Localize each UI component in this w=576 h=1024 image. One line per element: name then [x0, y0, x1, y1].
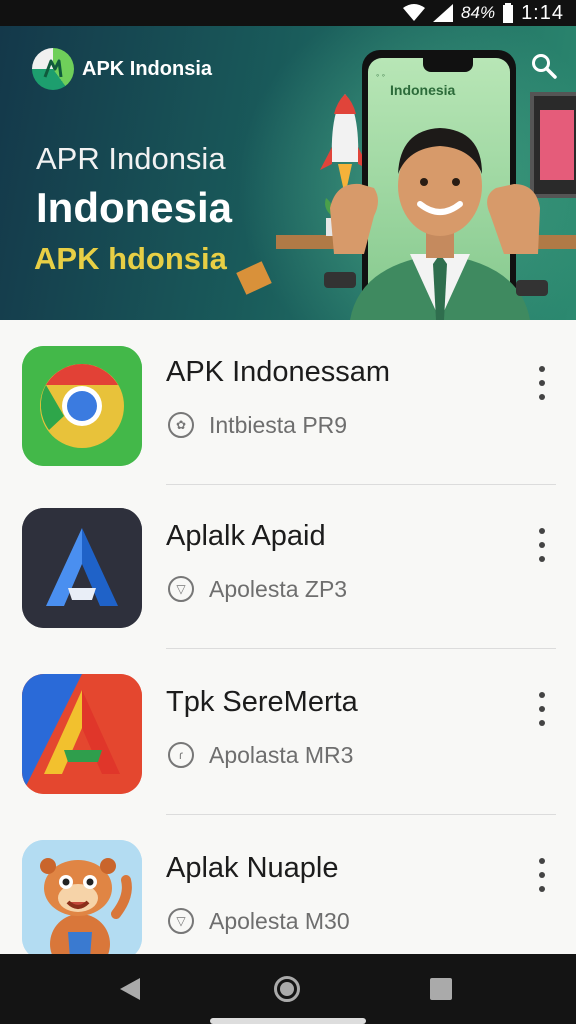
badge-icon: ▽ [168, 576, 194, 602]
banner-headline-1: APR Indonsia [36, 141, 226, 176]
status-bar: 84% 1:14 [0, 0, 576, 26]
chrome-icon[interactable] [22, 346, 142, 466]
app-logo[interactable]: APK Indonsia [32, 48, 212, 90]
badge-icon: ɾ [168, 742, 194, 768]
list-item[interactable]: Aplak Nuaple ▽ Apolesta M30 [0, 818, 576, 954]
clock: 1:14 [521, 1, 564, 24]
apk-logo-icon [32, 48, 74, 90]
app-subtitle: Apolesta M30 [209, 908, 350, 934]
divider [166, 814, 556, 815]
app-title[interactable]: APK Indonessam [166, 356, 390, 389]
banner-headline-2: Indonesia [36, 184, 233, 231]
app-list: APK Indonessam ✿ Intbiesta PR9 Aplalk Ap… [0, 320, 576, 954]
banner-headline-3: APK hdonsia [34, 241, 227, 276]
battery-percentage: 84% [461, 3, 496, 22]
divider [166, 648, 556, 649]
app-subtitle: Apolasta MR3 [209, 742, 354, 768]
list-item[interactable]: APK Indonessam ✿ Intbiesta PR9 [0, 320, 576, 486]
more-options-icon[interactable] [530, 858, 554, 892]
phone-status-text: ◦ ◦ [376, 70, 385, 80]
battery-icon [503, 3, 514, 23]
gesture-handle[interactable] [210, 1018, 366, 1024]
home-icon[interactable] [274, 976, 300, 1002]
badge-icon: ▽ [168, 908, 194, 934]
more-options-icon[interactable] [530, 692, 554, 726]
person-illustration [324, 128, 548, 320]
back-icon[interactable] [118, 976, 142, 1002]
recents-icon[interactable] [430, 978, 452, 1000]
wifi-icon [403, 4, 426, 21]
hero-banner[interactable]: APK Indonsia APR Indonsia Indonesia APK … [0, 26, 576, 320]
app-subtitle: Intbiesta PR9 [209, 412, 348, 438]
navigation-bar [0, 954, 576, 1024]
letter-a-multicolor-icon[interactable] [22, 674, 142, 794]
brand-name: APK Indonsia [82, 57, 213, 80]
cartoon-otter-icon[interactable] [22, 840, 142, 954]
phone-brand: Indonesia [390, 82, 456, 98]
search-icon[interactable] [530, 52, 558, 80]
list-item[interactable]: Aplalk Apaid ▽ Apolesta ZP3 [0, 486, 576, 652]
more-options-icon[interactable] [530, 366, 554, 400]
divider [166, 484, 556, 485]
signal-icon [433, 4, 454, 22]
more-options-icon[interactable] [530, 528, 554, 562]
badge-icon: ✿ [168, 412, 194, 438]
app-title[interactable]: Aplalk Apaid [166, 520, 326, 553]
app-subtitle: Apolesta ZP3 [209, 576, 348, 602]
letter-a-blue-icon[interactable] [22, 508, 142, 628]
list-item[interactable]: Tpk SereMerta ɾ Apolasta MR3 [0, 652, 576, 818]
app-title[interactable]: Tpk SereMerta [166, 686, 358, 719]
app-title[interactable]: Aplak Nuaple [166, 852, 339, 885]
